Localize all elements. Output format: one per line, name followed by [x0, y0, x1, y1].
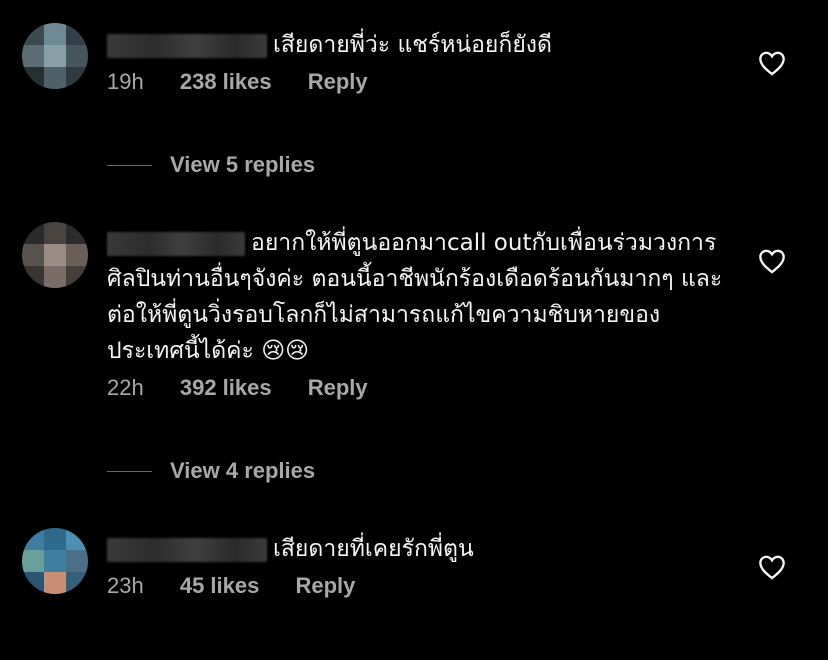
avatar[interactable] — [22, 528, 88, 594]
timestamp: 22h — [107, 375, 144, 400]
reply-button[interactable]: Reply — [308, 375, 368, 400]
timestamp: 19h — [107, 69, 144, 94]
reply-button[interactable]: Reply — [295, 573, 355, 598]
comment-body: เสียดายที่เคยรักพี่ตูน — [273, 536, 474, 562]
comment-meta: 22h 392 likes Reply — [107, 375, 727, 401]
heart-outline-icon[interactable] — [758, 554, 786, 580]
username-blurred[interactable] — [107, 231, 245, 256]
comment-text: อยากให้พี่ตูนออกมาcall outกับเพื่อนร่วมว… — [107, 225, 727, 369]
view-replies-label: View 4 replies — [170, 458, 316, 483]
username-blurred[interactable] — [107, 537, 267, 562]
heart-outline-icon[interactable] — [758, 50, 786, 76]
likes-count[interactable]: 392 likes — [180, 375, 272, 400]
divider-line — [107, 470, 152, 472]
timestamp: 23h — [107, 573, 144, 598]
view-replies-button[interactable]: View 5 replies — [107, 150, 315, 180]
comment-meta: 19h 238 likes Reply — [107, 69, 727, 95]
heart-outline-icon[interactable] — [758, 248, 786, 274]
avatar[interactable] — [22, 23, 88, 89]
avatar[interactable] — [22, 222, 88, 288]
comment-body: เสียดายพี่ว่ะ แชร์หน่อยก็ยังดี — [273, 32, 552, 58]
view-replies-label: View 5 replies — [170, 152, 316, 177]
likes-count[interactable]: 238 likes — [180, 69, 272, 94]
comment-text: เสียดายที่เคยรักพี่ตูน — [107, 531, 727, 567]
username-blurred[interactable] — [107, 33, 267, 58]
comment-text: เสียดายพี่ว่ะ แชร์หน่อยก็ยังดี — [107, 27, 727, 63]
likes-count[interactable]: 45 likes — [180, 573, 260, 598]
comment-meta: 23h 45 likes Reply — [107, 573, 727, 599]
view-replies-button[interactable]: View 4 replies — [107, 456, 315, 486]
divider-line — [107, 164, 152, 166]
reply-button[interactable]: Reply — [308, 69, 368, 94]
